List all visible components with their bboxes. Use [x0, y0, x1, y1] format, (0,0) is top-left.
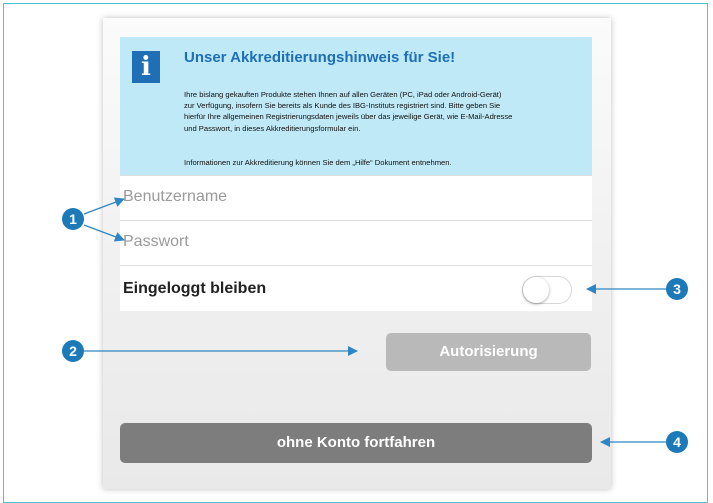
callout-marker-2: 2 — [62, 340, 84, 362]
callout-marker-3: 3 — [666, 278, 688, 300]
callout-marker-4: 4 — [666, 431, 688, 453]
arrow-1-username — [83, 197, 125, 215]
callout-marker-1: 1 — [62, 208, 84, 230]
arrow-1-password — [83, 224, 125, 242]
callout-arrows — [83, 197, 666, 447]
